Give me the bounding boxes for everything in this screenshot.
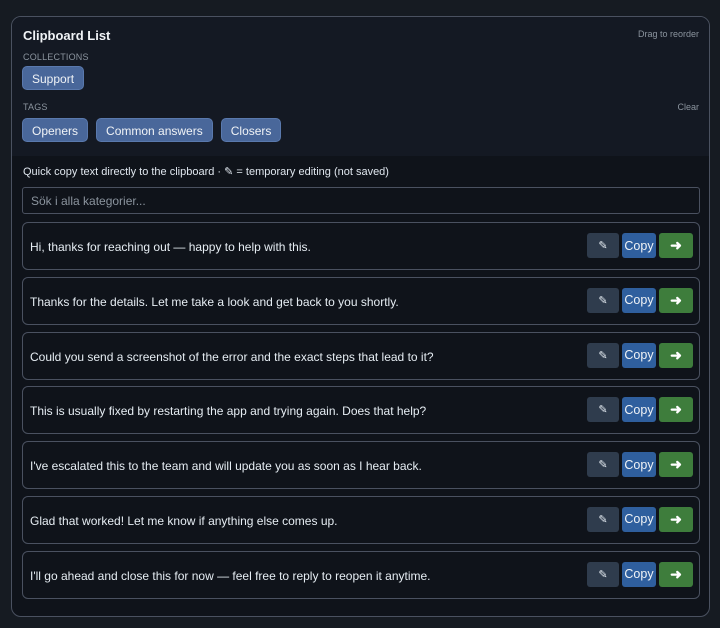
snippet-item[interactable]: Thanks for the details. Let me take a lo… [22, 276, 700, 325]
snippet-actions: ✎ Copy ➜ [587, 561, 693, 587]
snippet-item[interactable]: I've escalated this to the team and will… [22, 441, 700, 490]
tags-chips: Openers Common answers Closers [22, 118, 282, 142]
tags-label: TAGS [23, 102, 48, 112]
insert-button[interactable]: ➜ [659, 452, 693, 478]
snippet-actions: ✎ Copy ➜ [587, 233, 693, 258]
snippet-text: Could you send a screenshot of the error… [30, 349, 434, 364]
insert-button[interactable]: ➜ [659, 233, 693, 258]
edit-button[interactable]: ✎ [587, 397, 619, 423]
snippet-item[interactable]: Could you send a screenshot of the error… [22, 331, 700, 380]
arrow-right-icon: ➜ [670, 456, 682, 473]
snippet-text: Thanks for the details. Let me take a lo… [30, 294, 399, 309]
pencil-icon: ✎ [598, 568, 608, 581]
tag-chip-closers[interactable]: Closers [220, 118, 282, 142]
arrow-right-icon: ➜ [670, 291, 682, 308]
snippet-text: Glad that worked! Let me know if anythin… [30, 513, 338, 528]
panel-title: Clipboard List [23, 28, 111, 43]
arrow-right-icon: ➜ [670, 510, 682, 527]
pencil-icon: ✎ [598, 404, 608, 417]
usage-hint: Quick copy text directly to the clipboar… [23, 166, 389, 178]
tag-chip-common-answers[interactable]: Common answers [96, 118, 213, 142]
snippet-list: Hi, thanks for reaching out — happy to h… [22, 222, 700, 606]
clear-tags-button[interactable]: Clear [677, 102, 699, 112]
edit-button[interactable]: ✎ [587, 506, 619, 532]
drag-hint: Drag to reorder [637, 29, 699, 39]
pencil-icon: ✎ [598, 513, 608, 526]
snippet-actions: ✎ Copy ➜ [587, 506, 693, 532]
clipboard-panel: Clipboard List Drag to reorder COLLECTIO… [11, 16, 710, 617]
edit-button[interactable]: ✎ [587, 561, 619, 587]
collections-chips: Support [22, 66, 85, 90]
snippet-item[interactable]: This is usually fixed by restarting the … [22, 386, 700, 435]
tag-chip-openers[interactable]: Openers [22, 118, 89, 142]
arrow-right-icon: ➜ [670, 346, 682, 363]
snippet-actions: ✎ Copy ➜ [587, 287, 693, 313]
snippet-actions: ✎ Copy ➜ [587, 452, 693, 478]
snippet-text: This is usually fixed by restarting the … [30, 404, 427, 419]
collections-label: COLLECTIONS [23, 52, 89, 62]
pencil-icon: ✎ [598, 459, 608, 472]
snippet-item[interactable]: I'll go ahead and close this for now — f… [22, 550, 700, 599]
pencil-icon: ✎ [598, 240, 608, 252]
insert-button[interactable]: ➜ [659, 561, 693, 587]
snippet-text: I've escalated this to the team and will… [30, 459, 422, 474]
filter-header: Clipboard List Drag to reorder COLLECTIO… [12, 17, 709, 156]
copy-button[interactable]: Copy [622, 397, 656, 423]
snippet-item[interactable]: Glad that worked! Let me know if anythin… [22, 495, 700, 544]
insert-button[interactable]: ➜ [659, 397, 693, 423]
copy-button[interactable]: Copy [622, 506, 656, 532]
copy-button[interactable]: Copy [622, 342, 656, 368]
search-input[interactable] [22, 187, 700, 214]
insert-button[interactable]: ➜ [659, 506, 693, 532]
edit-button[interactable]: ✎ [587, 233, 619, 258]
snippet-item[interactable]: Hi, thanks for reaching out — happy to h… [22, 222, 700, 270]
snippet-text: I'll go ahead and close this for now — f… [30, 568, 431, 583]
copy-button[interactable]: Copy [622, 561, 656, 587]
snippet-actions: ✎ Copy ➜ [587, 342, 693, 368]
pencil-icon: ✎ [598, 294, 608, 307]
copy-button[interactable]: Copy [622, 233, 656, 258]
snippet-actions: ✎ Copy ➜ [587, 397, 693, 423]
pencil-icon: ✎ [598, 349, 608, 362]
collection-chip-support[interactable]: Support [22, 66, 85, 90]
copy-button[interactable]: Copy [622, 452, 656, 478]
copy-button[interactable]: Copy [622, 287, 656, 313]
arrow-right-icon: ➜ [670, 401, 682, 418]
edit-button[interactable]: ✎ [587, 452, 619, 478]
snippet-text: Hi, thanks for reaching out — happy to h… [30, 240, 311, 254]
insert-button[interactable]: ➜ [659, 287, 693, 313]
edit-button[interactable]: ✎ [587, 342, 619, 368]
insert-button[interactable]: ➜ [659, 342, 693, 368]
arrow-right-icon: ➜ [670, 565, 682, 582]
arrow-right-icon: ➜ [670, 237, 682, 253]
edit-button[interactable]: ✎ [587, 287, 619, 313]
